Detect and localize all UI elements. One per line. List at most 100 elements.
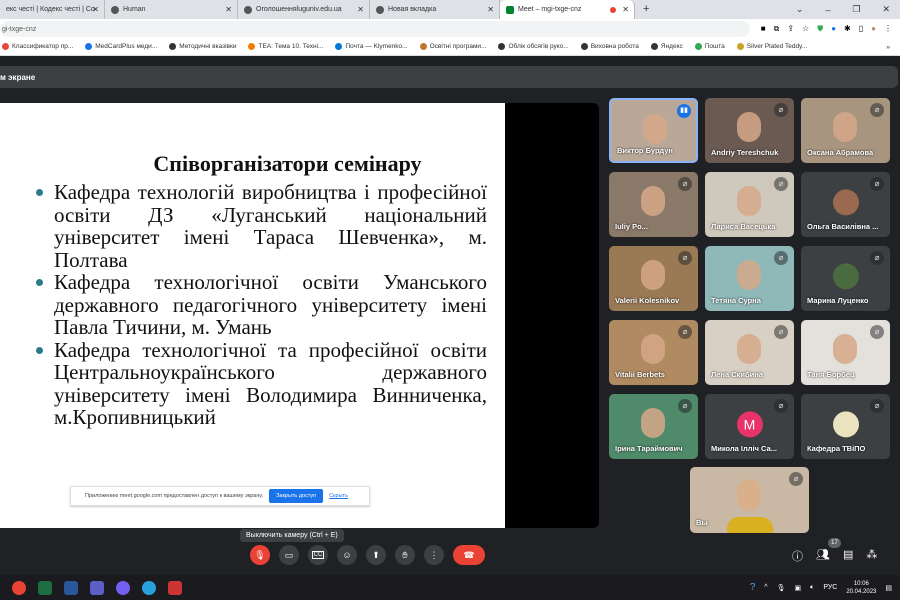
participant-name: Оксана Абрамова: [807, 148, 874, 157]
hide-link[interactable]: Скрыть: [329, 493, 348, 499]
shared-slide: Співорганізатори семінару Кафедра технол…: [0, 103, 505, 528]
tab[interactable]: екс честі | Кодекс честі | Со ✕: [0, 0, 105, 19]
participant-tile[interactable]: ⌀ Vitalii Berbets: [609, 320, 698, 385]
mic-off-icon: ⌀: [870, 177, 884, 191]
camera-indicator-icon[interactable]: ■: [761, 24, 766, 34]
participant-tile[interactable]: ⌀ Марина Луценко: [801, 246, 890, 311]
present-button[interactable]: ⬆: [366, 545, 386, 565]
close-tab-icon[interactable]: ✕: [92, 5, 99, 14]
mic-off-icon: ⌀: [678, 325, 692, 339]
close-tab-icon[interactable]: ✕: [487, 5, 494, 14]
microphone-icon[interactable]: 🎙︎: [777, 584, 786, 592]
chrome-icon[interactable]: [12, 580, 26, 595]
reactions-button[interactable]: ☺: [337, 545, 357, 565]
participant-tile[interactable]: ⌀ Iuliy Po...: [609, 172, 698, 237]
participant-tile[interactable]: ⌀ Лариса Васецька: [705, 172, 794, 237]
bookmark[interactable]: Методичні вказівки: [169, 43, 236, 51]
participant-tile[interactable]: M ⌀ Микола Ілліч Са...: [705, 394, 794, 459]
share-icon[interactable]: ⇪: [787, 24, 794, 34]
participant-name: Кафедра ТВіПО: [807, 444, 866, 453]
network-icon[interactable]: ▣: [794, 584, 801, 592]
close-tab-icon[interactable]: ✕: [357, 5, 364, 14]
people-icon[interactable]: 👥︎: [816, 548, 830, 564]
extension-icon[interactable]: ⛊: [817, 24, 823, 34]
end-call-button[interactable]: ☎︎: [453, 545, 485, 565]
bookmark[interactable]: Освітні програми...: [419, 43, 486, 51]
clock[interactable]: 10:06 20.04.2023: [846, 580, 876, 596]
participant-tile[interactable]: ⌀ Valerii Kolesnikov: [609, 246, 698, 311]
close-tab-icon[interactable]: ✕: [622, 5, 629, 14]
bookmark[interactable]: Виховна робота: [580, 43, 639, 51]
notifications-icon[interactable]: ▤: [885, 584, 892, 592]
mic-toggle-button[interactable]: 🎙︎: [250, 545, 270, 565]
tab[interactable]: Human ✕: [105, 0, 238, 19]
bookmark[interactable]: Почта — Klymenko...: [335, 43, 408, 51]
person-figure: [737, 334, 761, 364]
menu-icon[interactable]: ⋮: [884, 24, 892, 34]
participant-tile[interactable]: ⌀ Таня Борбец: [801, 320, 890, 385]
bookmark[interactable]: Пошта: [694, 43, 725, 51]
bookmark[interactable]: Облік обсягів руко...: [498, 43, 569, 51]
taskbar: ? ^ 🎙︎ ▣ 🔈︎ РУС 10:06 20.04.2023 ▤: [0, 575, 900, 600]
bookmark[interactable]: TEA: Тема 10. Техні...: [248, 43, 323, 51]
participant-name: Ірина Тараймович: [615, 444, 683, 453]
participant-name: Vitalii Berbets: [615, 370, 665, 379]
more-bookmarks-icon[interactable]: »: [886, 44, 900, 51]
telegram-icon[interactable]: [142, 580, 156, 595]
url-input[interactable]: gi-txge-cnz: [0, 21, 750, 37]
raise-hand-button[interactable]: ✋︎: [395, 545, 415, 565]
slide-bullet: Кафедра технологічної та професійної осв…: [36, 338, 487, 429]
help-icon[interactable]: ?: [750, 582, 756, 593]
tab-meet[interactable]: Meet – mgi-txge-cnz ✕: [500, 0, 635, 19]
camera-toggle-button[interactable]: ▭: [279, 545, 299, 565]
participant-tile[interactable]: ⌀ Ірина Тараймович: [609, 394, 698, 459]
camera-icon: ▭: [284, 549, 294, 560]
bookmark[interactable]: Silver Plated Teddy...: [736, 43, 807, 51]
more-options-button[interactable]: ⋮: [424, 545, 444, 565]
restore-icon[interactable]: ❐: [852, 4, 860, 15]
viber-icon[interactable]: [116, 580, 130, 595]
bookmark[interactable]: Классификатор пр...: [2, 43, 73, 51]
participant-tile[interactable]: ⌀ Оксана Абрамова: [801, 98, 890, 163]
activities-icon[interactable]: ⁂: [866, 548, 877, 564]
tab[interactable]: Новая вкладка ✕: [370, 0, 500, 19]
participant-tile[interactable]: ⌀ Лена Скибина: [705, 320, 794, 385]
info-icon[interactable]: ⓘ: [792, 548, 803, 564]
mic-off-icon: ⌀: [774, 177, 788, 191]
bookmark[interactable]: MedCardPlus меди...: [85, 43, 157, 51]
bookmarks-bar: Классификатор пр... MedCardPlus меди... Ме…: [0, 39, 900, 56]
app-icon[interactable]: [168, 580, 182, 595]
participant-tile[interactable]: ▮▮ Виктор Бурдун: [609, 98, 698, 163]
excel-icon[interactable]: [38, 580, 52, 595]
tab-search-icon[interactable]: ⌄: [796, 4, 804, 15]
word-icon[interactable]: [64, 580, 78, 595]
profile-avatar[interactable]: ●: [871, 24, 876, 34]
participant-tile[interactable]: ⌀ Andriy Tereshchuk: [705, 98, 794, 163]
star-icon[interactable]: ☆: [802, 24, 809, 34]
self-tile[interactable]: ⌀ Вы: [690, 467, 809, 533]
teams-icon[interactable]: [90, 580, 104, 595]
chevron-up-icon[interactable]: ^: [764, 584, 767, 591]
chat-icon[interactable]: ▤: [843, 548, 853, 564]
participant-name: Виктор Бурдун: [617, 146, 673, 155]
divider: [0, 56, 900, 66]
stop-sharing-button[interactable]: Закрыть доступ: [269, 489, 324, 503]
extension-icon[interactable]: ●: [831, 24, 836, 34]
participant-tile[interactable]: ⌀ Кафедра ТВіПО: [801, 394, 890, 459]
volume-icon[interactable]: 🔈︎: [810, 584, 814, 592]
participant-tile[interactable]: ⌀ Ольга Василівна ...: [801, 172, 890, 237]
sidepanel-icon[interactable]: ▯: [859, 24, 863, 34]
participant-tile[interactable]: ⌀ Тетяна Сурна: [705, 246, 794, 311]
tab[interactable]: Оголошенняluguniv.edu.ua ✕: [238, 0, 370, 19]
new-tab-button[interactable]: +: [635, 0, 657, 19]
participant-avatar: [832, 410, 859, 437]
close-window-icon[interactable]: ✕: [882, 4, 890, 15]
captions-button[interactable]: CC: [308, 545, 328, 565]
bookmark-icon: [650, 43, 658, 51]
extensions-icon[interactable]: ✱: [844, 24, 851, 34]
translate-icon[interactable]: ⧉: [774, 24, 780, 34]
close-tab-icon[interactable]: ✕: [225, 5, 232, 14]
language-indicator[interactable]: РУС: [823, 584, 837, 591]
minimize-icon[interactable]: –: [825, 5, 830, 15]
bookmark[interactable]: Яндекс: [650, 43, 683, 51]
